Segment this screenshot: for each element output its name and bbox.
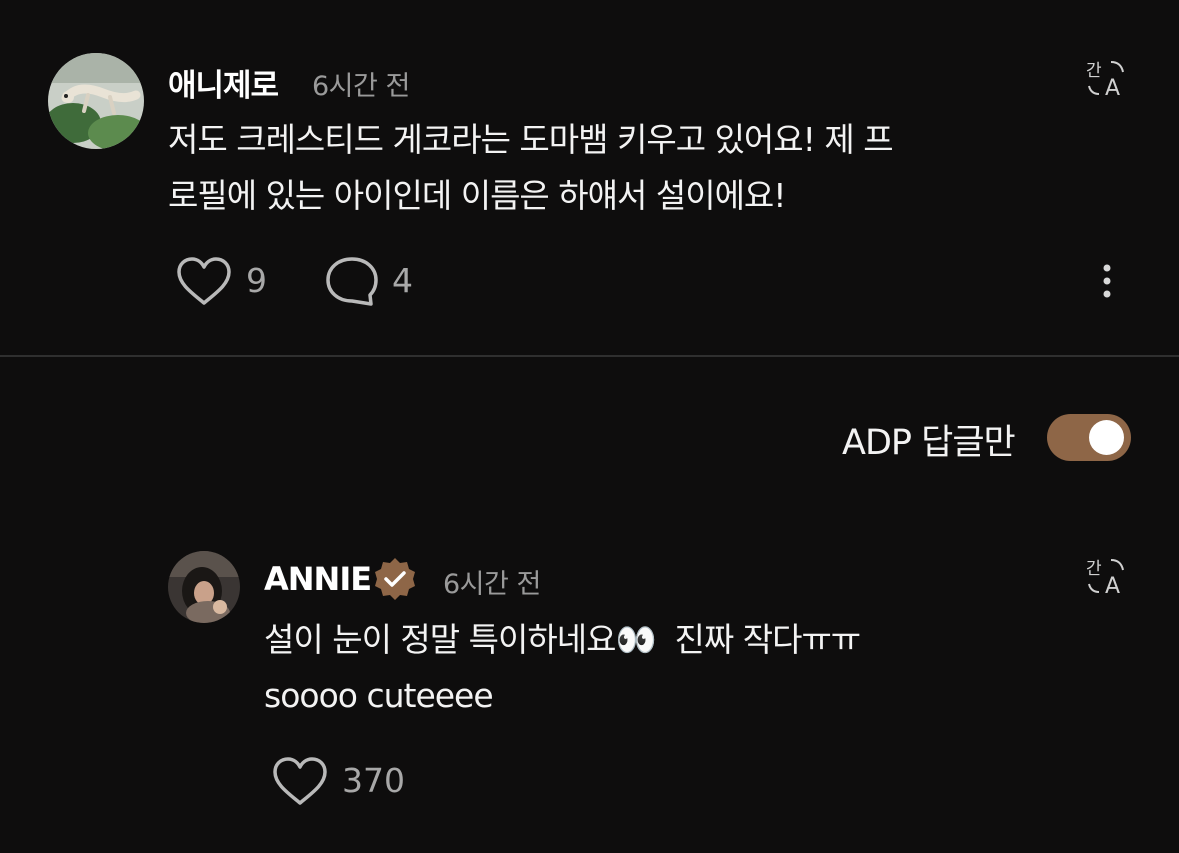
- reply-author-avatar[interactable]: [168, 551, 240, 623]
- section-divider: [0, 355, 1179, 357]
- adp-replies-only-toggle[interactable]: [1047, 414, 1131, 461]
- more-options-button[interactable]: [1095, 262, 1119, 302]
- reply-like-button[interactable]: 370: [270, 755, 410, 809]
- reply-text-main: 설이 눈이 정말 특이하네요: [264, 620, 616, 659]
- comment-text: 저도 크레스티드 게코라는 도마뱀 키우고 있어요! 제 프 로필에 있는 아이…: [168, 120, 894, 215]
- reply-count: 4: [392, 261, 413, 300]
- like-count: 9: [246, 261, 267, 300]
- avatar-gecko-image: [48, 53, 144, 149]
- comment-timestamp: 6시간 전: [312, 71, 410, 102]
- comment-bubble-icon: [326, 257, 378, 306]
- reply-author-username[interactable]: ANNIE: [264, 560, 372, 598]
- svg-text:간: 간: [1086, 61, 1102, 81]
- reply-like-count: 370: [342, 761, 405, 800]
- reply-text-tail: 진짜 작다ㅠㅠ: [655, 620, 862, 659]
- heart-icon: [273, 757, 327, 805]
- reply-button[interactable]: 4: [324, 255, 419, 309]
- translate-icon[interactable]: 간 A: [1085, 58, 1129, 98]
- toggle-knob: [1089, 420, 1124, 455]
- commenter-username[interactable]: 애니제로: [168, 60, 279, 105]
- reply-timestamp: 6시간 전: [443, 569, 541, 600]
- like-button[interactable]: 9: [174, 255, 269, 309]
- verified-badge-icon: [370, 556, 420, 602]
- adp-replies-only-label: ADP 답글만: [842, 423, 1016, 463]
- eyes-emoji: 👀: [615, 620, 656, 659]
- svg-text:A: A: [1105, 574, 1120, 596]
- svg-text:간: 간: [1086, 559, 1102, 579]
- commenter-avatar[interactable]: [48, 53, 144, 149]
- heart-icon: [177, 257, 231, 305]
- more-vertical-icon: [1103, 264, 1111, 298]
- reply-text-line1: 설이 눈이 정말 특이하네요👀 진짜 작다ㅠㅠ: [264, 612, 862, 668]
- reply-text-line2: soooo cuteeee: [264, 676, 494, 715]
- avatar-photo-image: [168, 551, 240, 623]
- reply-translate-icon[interactable]: 간 A: [1085, 556, 1129, 596]
- svg-text:A: A: [1105, 76, 1120, 98]
